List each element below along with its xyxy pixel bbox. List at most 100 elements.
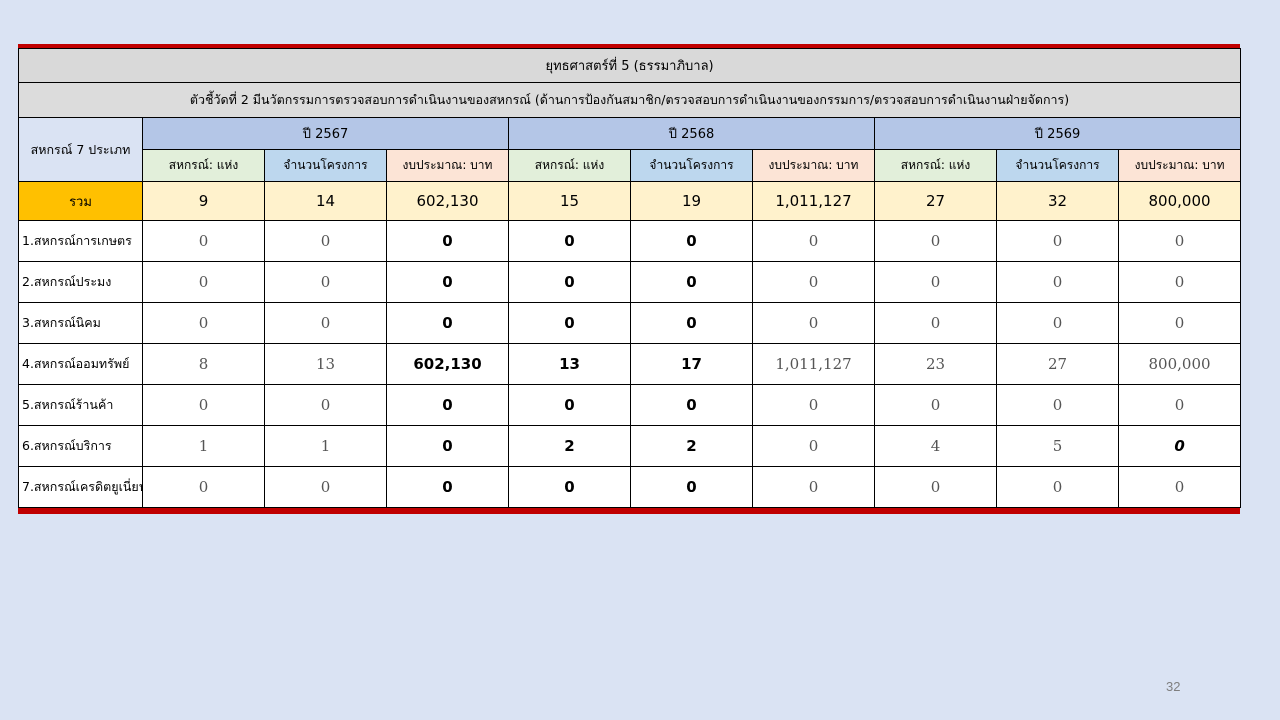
table-row: 1.สหกรณ์การเกษตร 0 0 0 0 0 0 0 0 0 <box>18 220 1242 262</box>
year-header-2567: ปี 2567 <box>142 117 509 150</box>
sub-header-coops: สหกรณ์: แห่ง <box>874 149 997 182</box>
table-row: 7.สหกรณ์เครดิตยูเนี่ยน 0 0 0 0 0 0 0 0 0 <box>18 466 1242 508</box>
table-cell: 0 <box>386 261 509 303</box>
table-cell: 0 <box>752 466 875 508</box>
strategy-title: ยุทธศาสตร์ที่ 5 (ธรรมาภิบาล) <box>17 48 1242 83</box>
total-cell: 800,000 <box>1117 181 1242 221</box>
total-label: รวม <box>18 181 143 221</box>
table-cell: 0 <box>386 302 509 344</box>
table-cell: 8 <box>142 343 265 385</box>
table-cell: 800,000 <box>1117 343 1242 385</box>
sub-header-projects: จำนวนโครงการ <box>264 149 387 182</box>
table-cell: 5 <box>996 425 1119 467</box>
table-cell: 0 <box>508 220 631 262</box>
table-cell: 0 <box>1117 425 1242 467</box>
table-cell: 17 <box>630 343 753 385</box>
table-cell: 0 <box>264 261 387 303</box>
total-row: รวม 9 14 602,130 15 19 1,011,127 27 32 8… <box>18 181 1242 221</box>
sub-header-projects: จำนวนโครงการ <box>996 149 1119 182</box>
table-cell: 0 <box>874 302 997 344</box>
table-cell: 2 <box>508 425 631 467</box>
table-row: 4.สหกรณ์ออมทรัพย์ 8 13 602,130 13 17 1,011,127… <box>18 343 1242 385</box>
table-cell: 1,011,127 <box>752 343 875 385</box>
sub-header-projects: จำนวนโครงการ <box>630 149 753 182</box>
total-cell: 1,011,127 <box>752 181 875 221</box>
table-cell: 602,130 <box>386 343 509 385</box>
total-cell: 15 <box>508 181 631 221</box>
table-cell: 0 <box>1117 220 1242 262</box>
type-header: สหกรณ์ 7 ประเภท <box>18 117 143 182</box>
table-cell: 0 <box>386 425 509 467</box>
total-cell: 14 <box>264 181 387 221</box>
table-cell: 13 <box>264 343 387 385</box>
year-header-2569: ปี 2569 <box>873 117 1242 150</box>
table-cell: 0 <box>1117 384 1242 426</box>
indicator-table: ยุทธศาสตร์ที่ 5 (ธรรมาภิบาล) ตัวชี้วัดที… <box>17 48 1242 508</box>
table-cell: 0 <box>264 302 387 344</box>
year-header-row: สหกรณ์ 7 ประเภท ปี 2567 ปี 2568 ปี 2569 <box>18 117 1242 182</box>
sub-header-coops: สหกรณ์: แห่ง <box>142 149 265 182</box>
strategy-title-row: ยุทธศาสตร์ที่ 5 (ธรรมาภิบาล) <box>17 48 1242 83</box>
table-cell: 0 <box>508 261 631 303</box>
row-label: 2.สหกรณ์ประมง <box>18 261 143 303</box>
row-label: 4.สหกรณ์ออมทรัพย์ <box>18 343 143 385</box>
sub-header-budget: งบประมาณ: บาท <box>386 149 509 182</box>
row-label: 1.สหกรณ์การเกษตร <box>18 220 143 262</box>
table-cell: 0 <box>386 220 509 262</box>
row-label: 3.สหกรณ์นิคม <box>18 302 143 344</box>
total-cell: 602,130 <box>386 181 509 221</box>
table-row: 5.สหกรณ์ร้านค้า 0 0 0 0 0 0 0 0 0 <box>18 384 1242 426</box>
table-cell: 0 <box>630 466 753 508</box>
total-cell: 19 <box>630 181 753 221</box>
table-row: 2.สหกรณ์ประมง 0 0 0 0 0 0 0 0 0 <box>18 261 1242 303</box>
table-cell: 0 <box>996 302 1119 344</box>
table-cell: 0 <box>630 220 753 262</box>
total-cell: 27 <box>874 181 997 221</box>
total-cell: 9 <box>142 181 265 221</box>
table-cell: 0 <box>508 302 631 344</box>
table-cell: 0 <box>996 220 1119 262</box>
table-cell: 0 <box>264 466 387 508</box>
table-cell: 1 <box>142 425 265 467</box>
table-cell: 13 <box>508 343 631 385</box>
year-header-2568: ปี 2568 <box>508 117 875 150</box>
table-cell: 0 <box>264 220 387 262</box>
table-cell: 0 <box>752 261 875 303</box>
indicator-title-row: ตัวชี้วัดที่ 2 มีนวัตกรรมการตรวจสอบการดำ… <box>17 82 1242 118</box>
table-cell: 23 <box>874 343 997 385</box>
table-cell: 4 <box>874 425 997 467</box>
table-row: 6.สหกรณ์บริการ 1 1 0 2 2 0 4 5 0 <box>18 425 1242 467</box>
sub-header-budget: งบประมาณ: บาท <box>1117 149 1242 182</box>
row-label: 7.สหกรณ์เครดิตยูเนี่ยน <box>18 466 143 508</box>
table-cell: 0 <box>1117 466 1242 508</box>
sub-header-coops: สหกรณ์: แห่ง <box>508 149 631 182</box>
table-cell: 1 <box>264 425 387 467</box>
table-cell: 0 <box>386 466 509 508</box>
table-cell: 0 <box>874 466 997 508</box>
table-cell: 0 <box>752 302 875 344</box>
table-cell: 0 <box>996 466 1119 508</box>
table-cell: 0 <box>996 384 1119 426</box>
table-cell: 0 <box>142 384 265 426</box>
table-cell: 0 <box>874 384 997 426</box>
table-cell: 0 <box>630 384 753 426</box>
indicator-title: ตัวชี้วัดที่ 2 มีนวัตกรรมการตรวจสอบการดำ… <box>17 82 1242 118</box>
total-cell: 32 <box>996 181 1119 221</box>
table-cell: 0 <box>996 261 1119 303</box>
table-cell: 0 <box>142 261 265 303</box>
table-cell: 0 <box>508 466 631 508</box>
table-cell: 0 <box>874 220 997 262</box>
table-cell: 0 <box>752 425 875 467</box>
table-cell: 0 <box>630 261 753 303</box>
table-cell: 2 <box>630 425 753 467</box>
table-cell: 0 <box>752 220 875 262</box>
table-cell: 0 <box>386 384 509 426</box>
sub-header-row: สหกรณ์: แห่ง จำนวนโครงการ งบประมาณ: บาท … <box>19 149 1242 182</box>
table-cell: 0 <box>142 220 265 262</box>
table-cell: 0 <box>874 261 997 303</box>
table-cell: 0 <box>1117 302 1242 344</box>
table-cell: 0 <box>508 384 631 426</box>
table-cell: 0 <box>142 302 265 344</box>
row-label: 6.สหกรณ์บริการ <box>18 425 143 467</box>
table-cell: 0 <box>142 466 265 508</box>
